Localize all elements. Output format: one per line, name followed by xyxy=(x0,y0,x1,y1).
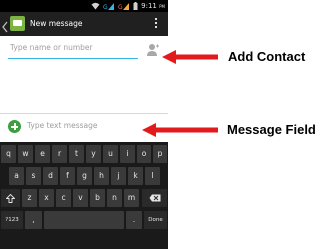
message-field-annotation: Message Field xyxy=(227,122,316,137)
key-y[interactable]: y xyxy=(86,145,101,163)
page-title: New message xyxy=(30,19,83,28)
key-c[interactable]: c xyxy=(56,189,71,207)
attach-icon[interactable] xyxy=(8,120,21,133)
messaging-app-icon[interactable] xyxy=(10,16,25,31)
add-contact-icon[interactable] xyxy=(146,42,160,56)
recipient-input[interactable]: Type name or number xyxy=(8,40,138,59)
key-i[interactable]: i xyxy=(120,145,135,163)
delete-key[interactable] xyxy=(142,189,167,207)
backspace-icon xyxy=(149,193,161,202)
key-m[interactable]: m xyxy=(124,189,139,207)
key-b[interactable]: b xyxy=(90,189,105,207)
clock-time: 9:11 xyxy=(141,2,157,10)
period-key[interactable]: . xyxy=(126,211,142,229)
key-s[interactable]: s xyxy=(26,167,41,185)
keyboard-row-3: z x c v b n m xyxy=(0,189,168,209)
key-l[interactable]: l xyxy=(145,167,160,185)
status-bar: G G 9:11 PM xyxy=(0,0,168,12)
keyboard: q w e r t y u i o p a s d f g h j k l z … xyxy=(0,142,168,249)
symbols-key[interactable]: ?123 xyxy=(1,211,23,229)
key-u[interactable]: u xyxy=(103,145,118,163)
done-key[interactable]: Done xyxy=(144,211,167,229)
keyboard-row-2: a s d f g h j k l xyxy=(0,167,168,187)
key-q[interactable]: q xyxy=(1,145,16,163)
overflow-menu-icon[interactable] xyxy=(155,18,158,30)
key-t[interactable]: t xyxy=(69,145,84,163)
composer-divider xyxy=(0,113,168,114)
key-o[interactable]: o xyxy=(137,145,151,163)
back-icon[interactable] xyxy=(2,18,8,37)
key-v[interactable]: v xyxy=(73,189,88,207)
key-p[interactable]: p xyxy=(153,145,167,163)
keyboard-row-1: q w e r t y u i o p xyxy=(0,145,168,165)
key-z[interactable]: z xyxy=(22,189,37,207)
comma-key[interactable]: , xyxy=(25,211,42,229)
message-input[interactable]: Type text message xyxy=(27,119,157,133)
svg-text:G: G xyxy=(103,4,108,10)
key-w[interactable]: w xyxy=(18,145,33,163)
key-g[interactable]: g xyxy=(77,167,92,185)
key-a[interactable]: a xyxy=(9,167,24,185)
signal-icon: G xyxy=(103,2,115,10)
key-r[interactable]: r xyxy=(52,145,67,163)
key-j[interactable]: j xyxy=(111,167,126,185)
svg-text:G: G xyxy=(118,4,123,10)
action-bar: New message xyxy=(0,12,168,36)
key-h[interactable]: h xyxy=(94,167,109,185)
key-f[interactable]: f xyxy=(60,167,75,185)
battery-icon xyxy=(133,2,138,10)
key-n[interactable]: n xyxy=(107,189,122,207)
shift-icon xyxy=(5,193,16,203)
add-contact-arrow xyxy=(162,50,218,64)
add-contact-annotation: Add Contact xyxy=(228,49,306,64)
message-field-arrow xyxy=(142,123,218,137)
space-key[interactable] xyxy=(44,211,124,229)
signal-icon: G xyxy=(118,2,130,10)
key-x[interactable]: x xyxy=(39,189,54,207)
keyboard-row-4: ?123 , . Done xyxy=(0,211,168,231)
clock-ampm: PM xyxy=(159,4,165,9)
status-clock: 9:11 PM xyxy=(141,1,165,12)
key-k[interactable]: k xyxy=(128,167,143,185)
wifi-icon xyxy=(91,2,100,10)
shift-key[interactable] xyxy=(1,189,20,207)
key-e[interactable]: e xyxy=(35,145,50,163)
key-d[interactable]: d xyxy=(43,167,58,185)
